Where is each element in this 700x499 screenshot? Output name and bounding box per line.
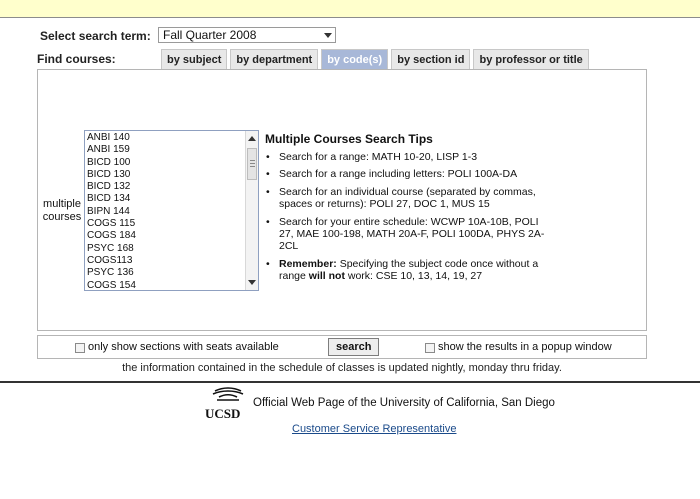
list-item: PSYC 168 bbox=[87, 242, 134, 254]
multiple-courses-textarea[interactable]: ANBI 140 ANBI 159 BICD 100 BICD 130 BICD… bbox=[84, 130, 259, 291]
search-options-bar: only show sections with seats available … bbox=[37, 335, 647, 359]
customer-service-link[interactable]: Customer Service Representative bbox=[292, 423, 456, 435]
list-item: BICD 100 bbox=[87, 156, 131, 168]
list-item: BIPN 144 bbox=[87, 205, 130, 217]
scroll-down-arrow-icon[interactable] bbox=[248, 280, 256, 285]
search-term-select[interactable]: Fall Quarter 2008 bbox=[158, 27, 336, 43]
list-item: BICD 134 bbox=[87, 193, 131, 205]
remember-emphasis: will not bbox=[308, 270, 345, 283]
list-item: PSYC 136 bbox=[87, 267, 134, 279]
course-code-list: ANBI 140 ANBI 159 BICD 100 BICD 130 BICD… bbox=[87, 132, 244, 291]
find-courses-label: Find courses: bbox=[37, 52, 116, 66]
multiple-courses-label-line1: multiple bbox=[43, 198, 81, 210]
tip-item: Search for an individual course (separat… bbox=[265, 186, 555, 211]
tips-title: Multiple Courses Search Tips bbox=[265, 132, 433, 146]
tab-by-professor-or-title[interactable]: by professor or title bbox=[473, 49, 589, 69]
ucsd-logo-text: UCSD bbox=[205, 406, 241, 421]
seats-available-checkbox[interactable] bbox=[75, 343, 85, 353]
seats-available-label[interactable]: only show sections with seats available bbox=[88, 341, 279, 353]
chevron-down-icon bbox=[324, 33, 332, 38]
list-item: BICD 132 bbox=[87, 181, 131, 193]
tab-by-subject[interactable]: by subject bbox=[161, 49, 228, 69]
grip-line bbox=[250, 166, 255, 167]
schedule-update-info: the information contained in the schedul… bbox=[122, 362, 562, 374]
official-page-text: Official Web Page of the University of C… bbox=[253, 397, 555, 409]
list-item: ANBI 140 bbox=[87, 132, 130, 143]
list-item: COGS113 bbox=[87, 254, 133, 266]
list-item: BICD 130 bbox=[87, 168, 131, 180]
search-tips: Multiple Courses Search Tips Search for … bbox=[265, 132, 555, 288]
tab-by-section-id[interactable]: by section id bbox=[391, 49, 471, 69]
remember-text-part2: work: CSE 10, 13, 14, 19, 27 bbox=[344, 270, 483, 283]
tip-item-remember: Remember: Specifying the subject code on… bbox=[265, 258, 555, 283]
search-term-selected-value: Fall Quarter 2008 bbox=[163, 28, 257, 42]
grip-line bbox=[250, 160, 255, 161]
popup-results-label[interactable]: show the results in a popup window bbox=[438, 341, 612, 353]
tip-item: Search for a range: MATH 10-20, LISP 1-3 bbox=[265, 151, 555, 164]
multiple-courses-label-line2: courses bbox=[42, 211, 82, 223]
popup-results-checkbox[interactable] bbox=[425, 343, 435, 353]
search-term-label: Select search term: bbox=[40, 29, 151, 43]
remember-label: Remember: bbox=[279, 257, 337, 270]
search-button[interactable]: search bbox=[328, 338, 380, 356]
multiple-courses-label: multiple courses bbox=[40, 198, 84, 224]
search-tabs: by subject by department by code(s) by s… bbox=[161, 49, 589, 69]
list-item: COGS 154 bbox=[87, 279, 136, 291]
list-item: COGS 184 bbox=[87, 230, 136, 242]
tip-item: Search for a range including letters: PO… bbox=[265, 168, 555, 181]
footer-divider bbox=[0, 381, 700, 383]
scrollbar[interactable] bbox=[245, 131, 258, 290]
scroll-up-arrow-icon[interactable] bbox=[248, 136, 256, 141]
tab-by-codes[interactable]: by code(s) bbox=[321, 49, 389, 69]
tip-item: Search for your entire schedule: WCWP 10… bbox=[265, 216, 555, 253]
list-item: COGS 115 bbox=[87, 218, 136, 230]
tab-by-department[interactable]: by department bbox=[230, 49, 319, 69]
top-notice-bar bbox=[0, 0, 700, 18]
list-item: ANBI 159 bbox=[87, 144, 130, 156]
scrollbar-thumb[interactable] bbox=[247, 148, 257, 180]
grip-line bbox=[250, 163, 255, 164]
